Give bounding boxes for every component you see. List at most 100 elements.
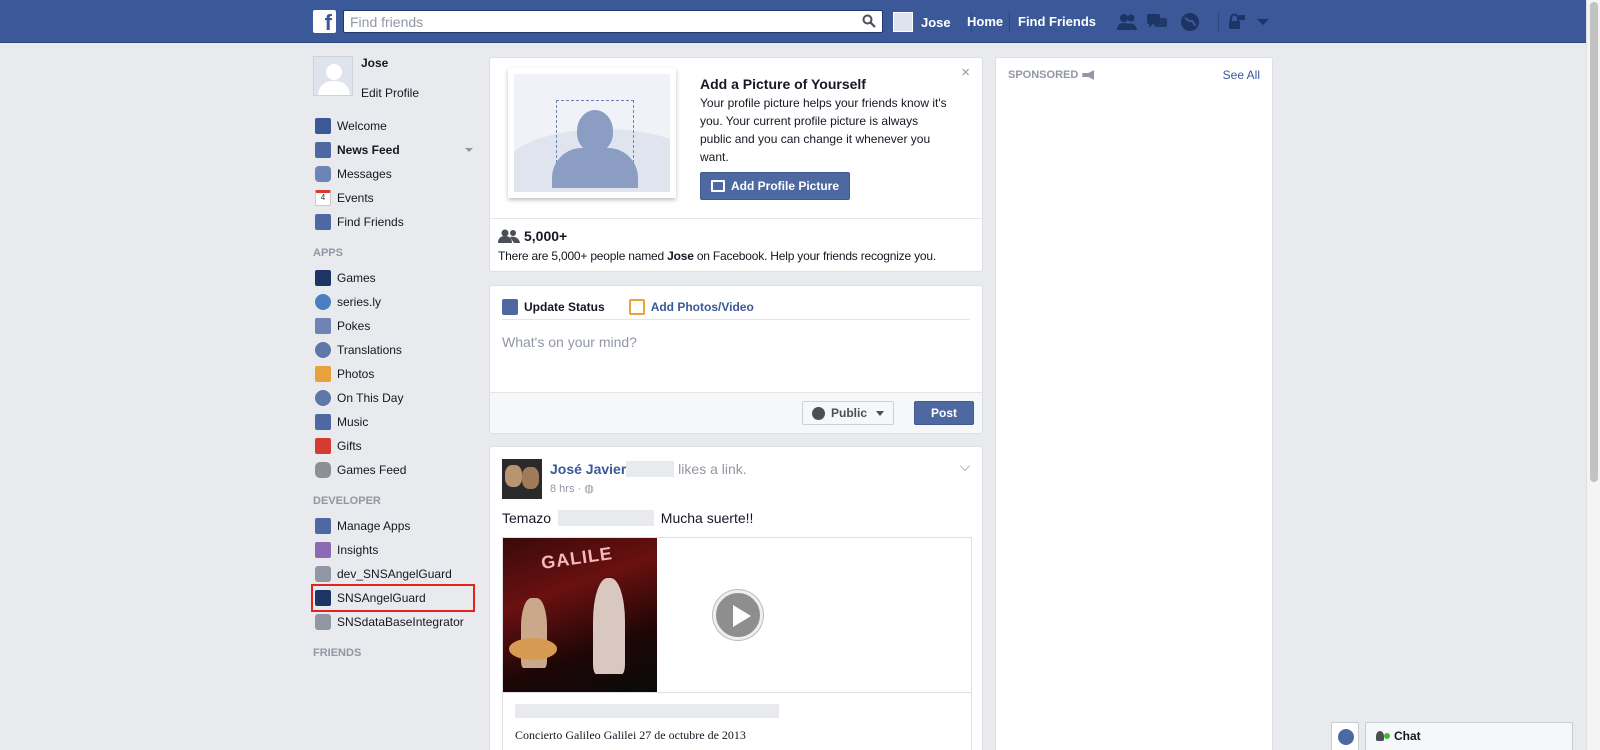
tab-add-photos-video[interactable]: Add Photos/Video: [628, 298, 754, 315]
photo-icon: [711, 180, 725, 192]
sidebar-item-music[interactable]: Music: [313, 410, 473, 434]
privacy-shortcuts-icon[interactable]: [1226, 12, 1248, 32]
notifications-icon[interactable]: [1179, 12, 1201, 32]
globe-icon: ◍: [584, 483, 594, 495]
people-count: 5,000+: [498, 228, 567, 244]
profile-name: Jose: [921, 14, 951, 30]
sidebar-item-welcome[interactable]: Welcome: [313, 114, 473, 138]
post-button[interactable]: Post: [914, 401, 974, 425]
facebook-logo[interactable]: f: [313, 10, 336, 33]
sidebar-item-games-feed[interactable]: Games Feed: [313, 458, 473, 482]
messages-icon: [315, 166, 331, 182]
search-input[interactable]: [344, 11, 844, 32]
pokes-icon: [315, 318, 331, 334]
see-all-link[interactable]: See All: [1223, 68, 1260, 82]
search-box: [343, 10, 883, 33]
tab-update-status[interactable]: Update Status: [502, 298, 605, 315]
friend-requests-icon[interactable]: [1116, 12, 1138, 32]
search-icon[interactable]: [862, 14, 876, 28]
card-description: Your profile picture helps your friends …: [700, 96, 947, 164]
author-avatar[interactable]: [502, 459, 542, 499]
sidebar-item-games[interactable]: Games: [313, 266, 473, 290]
shared-link-attachment[interactable]: GALILE Concierto Galileo Galilei 27 de o…: [502, 537, 972, 750]
story-options-icon[interactable]: [960, 461, 970, 471]
composer-footer: Public Post: [490, 392, 982, 433]
friends-header[interactable]: FRIENDS: [313, 640, 473, 666]
message-text: Temazo: [502, 510, 555, 526]
sidebar-profile-name[interactable]: Jose: [361, 56, 388, 70]
sidebar-item-photos[interactable]: Photos: [313, 362, 473, 386]
sidebar-item-find-friends[interactable]: Find Friends: [313, 210, 473, 234]
redacted-text: [626, 461, 675, 477]
messages-icon[interactable]: [1146, 12, 1168, 32]
gamepad-icon: [315, 462, 331, 478]
sidebar-item-seriesly[interactable]: series.ly: [313, 290, 473, 314]
chat-options-button[interactable]: [1331, 722, 1359, 750]
story-timestamp[interactable]: 8 hrs · ◍: [550, 482, 594, 495]
tab-label: Add Photos/Video: [650, 299, 754, 314]
edit-profile-link[interactable]: Edit Profile: [361, 86, 419, 100]
sidebar-item-label: SNSAngelGuard: [337, 591, 426, 605]
add-profile-picture-button[interactable]: Add Profile Picture: [700, 172, 851, 200]
seriesly-icon: [315, 294, 331, 310]
translations-icon: [315, 342, 331, 358]
chevron-down-icon[interactable]: [465, 148, 473, 152]
facebook-icon: [315, 118, 331, 134]
sidebar-item-on-this-day[interactable]: On This Day: [313, 386, 473, 410]
sidebar-item-insights[interactable]: Insights: [313, 538, 473, 562]
close-icon[interactable]: ×: [961, 64, 970, 81]
manage-apps-icon: [315, 518, 331, 534]
video-thumbnail[interactable]: GALILE: [503, 538, 657, 692]
sidebar-item-label: Pokes: [337, 319, 371, 333]
photo-icon: [628, 298, 645, 315]
games-icon: [315, 270, 331, 286]
sidebar-item-label: SNSdataBaseIntegrator: [337, 615, 464, 629]
composer-tabs: Update Status Add Photos/Video: [502, 294, 970, 320]
sidebar-item-label: series.ly: [337, 295, 382, 309]
people-named-text: There are 5,000+ people named Jose on Fa…: [498, 249, 936, 263]
sidebar-item-events[interactable]: 4 Events: [313, 186, 473, 210]
sidebar-item-snsangelguard[interactable]: SNSAngelGuard: [311, 584, 475, 612]
profile-picture[interactable]: [313, 56, 353, 96]
author-name-link[interactable]: José Javier: [550, 461, 626, 477]
on-this-day-icon: [315, 390, 331, 406]
sidebar-item-messages[interactable]: Messages: [313, 162, 473, 186]
apps-header[interactable]: APPS: [313, 240, 473, 266]
developer-header[interactable]: DEVELOPER: [313, 488, 473, 514]
sidebar-item-gifts[interactable]: Gifts: [313, 434, 473, 458]
status-input[interactable]: What's on your mind?: [502, 334, 637, 350]
left-sidebar: Jose Edit Profile Welcome News Feed Mess…: [311, 56, 475, 666]
profile-link[interactable]: Jose: [893, 12, 951, 32]
globe-icon: [811, 407, 825, 420]
story-action: likes a link.: [674, 461, 747, 477]
sidebar-profile: Jose Edit Profile: [313, 56, 473, 108]
audience-selector[interactable]: Public: [801, 401, 894, 425]
scrollbar-thumb[interactable]: [1590, 2, 1598, 482]
sidebar-item-snsdatabaseintegrator[interactable]: SNSdataBaseIntegrator: [313, 610, 473, 634]
chat-sidebar-toggle[interactable]: Chat: [1365, 722, 1573, 750]
sidebar-item-pokes[interactable]: Pokes: [313, 314, 473, 338]
sidebar-item-label: Music: [337, 415, 369, 429]
sidebar-item-label: Messages: [337, 167, 392, 181]
divider: [503, 692, 971, 693]
find-friends-link[interactable]: Find Friends: [1018, 14, 1096, 29]
sidebar-item-news-feed[interactable]: News Feed: [313, 138, 473, 162]
nav-divider: [1009, 12, 1010, 32]
profile-placeholder-illustration: [508, 68, 676, 198]
account-menu-icon[interactable]: [1252, 12, 1274, 32]
online-status-icon: [1384, 733, 1390, 739]
sidebar-item-translations[interactable]: Translations: [313, 338, 473, 362]
sidebar-item-label: Games: [337, 271, 376, 285]
page-scrollbar[interactable]: [1586, 0, 1600, 750]
audience-label: Public: [830, 406, 867, 420]
sidebar-item-label: Welcome: [337, 119, 387, 133]
avatar: [893, 12, 913, 32]
play-icon[interactable]: [713, 590, 763, 640]
default-avatar-icon: [318, 64, 350, 95]
sidebar-item-label: Gifts: [337, 439, 362, 453]
sponsored-label: SPONSORED: [1008, 69, 1095, 81]
gear-icon: [315, 614, 331, 630]
sidebar-item-manage-apps[interactable]: Manage Apps: [313, 514, 473, 538]
sidebar-item-dev-snsangelguard[interactable]: dev_SNSAngelGuard: [313, 562, 473, 586]
home-link[interactable]: Home: [967, 14, 1003, 29]
